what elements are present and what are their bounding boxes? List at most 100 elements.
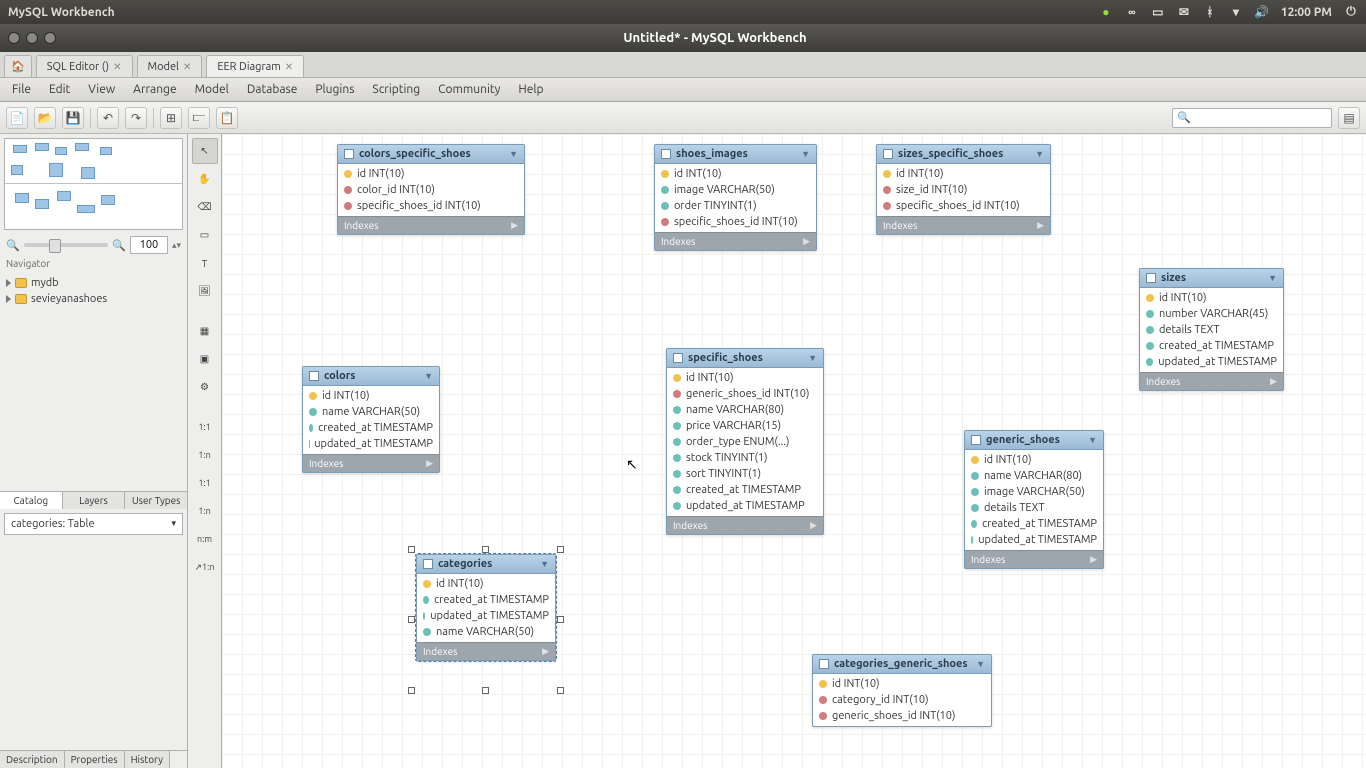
table-generic-shoes[interactable]: generic_shoes▼ id INT(10)name VARCHAR(80… xyxy=(964,430,1104,569)
column-row[interactable]: updated_at TIMESTAMP xyxy=(303,436,439,452)
redo-button[interactable]: ↷ xyxy=(125,107,147,129)
column-row[interactable]: size_id INT(10) xyxy=(877,182,1050,198)
resize-handle[interactable] xyxy=(408,687,415,694)
indexes-toggle[interactable]: Indexes▶ xyxy=(303,454,439,472)
expand-icon[interactable] xyxy=(6,279,11,287)
indexes-toggle[interactable]: Indexes▶ xyxy=(655,232,816,250)
table-colors[interactable]: colors▼ id INT(10)name VARCHAR(50)create… xyxy=(302,366,440,473)
menu-edit[interactable]: Edit xyxy=(41,81,78,98)
column-row[interactable]: id INT(10) xyxy=(655,166,816,182)
menu-arrange[interactable]: Arrange xyxy=(125,81,184,98)
rel-place-tool[interactable]: ↗1:n xyxy=(192,554,218,580)
schema-node-sevieyanashoes[interactable]: sevieyanashoes xyxy=(2,291,185,307)
diagram-overview[interactable] xyxy=(4,138,183,230)
rel-1-n-tool[interactable]: 1:n xyxy=(192,442,218,468)
align-toggle-button[interactable]: ⫍ xyxy=(188,107,210,129)
chevron-down-icon[interactable]: ▼ xyxy=(1088,435,1097,445)
indexes-toggle[interactable]: Indexes▶ xyxy=(1140,372,1283,390)
eraser-tool[interactable]: ⌫ xyxy=(192,194,218,220)
resize-handle[interactable] xyxy=(482,546,489,553)
tab-eer-diagram[interactable]: EER Diagram✕ xyxy=(206,55,304,77)
expand-icon[interactable] xyxy=(6,295,11,303)
open-button[interactable]: 📂 xyxy=(34,107,56,129)
menu-community[interactable]: Community xyxy=(430,81,508,98)
table-sizes-specific-shoes[interactable]: sizes_specific_shoes▼ id INT(10)size_id … xyxy=(876,144,1051,235)
resize-handle[interactable] xyxy=(482,687,489,694)
column-row[interactable]: color_id INT(10) xyxy=(338,182,524,198)
column-row[interactable]: id INT(10) xyxy=(667,370,823,386)
object-selector[interactable]: categories: Table ▾ xyxy=(4,513,183,535)
column-row[interactable]: id INT(10) xyxy=(813,676,991,692)
column-row[interactable]: sort TINYINT(1) xyxy=(667,466,823,482)
column-row[interactable]: id INT(10) xyxy=(338,166,524,182)
column-row[interactable]: specific_shoes_id INT(10) xyxy=(338,198,524,214)
schema-node-mydb[interactable]: mydb xyxy=(2,275,185,291)
column-row[interactable]: name VARCHAR(80) xyxy=(965,468,1103,484)
column-row[interactable]: details TEXT xyxy=(965,500,1103,516)
grid-toggle-button[interactable]: ⊞ xyxy=(160,107,182,129)
column-row[interactable]: created_at TIMESTAMP xyxy=(1140,338,1283,354)
resize-handle[interactable] xyxy=(408,546,415,553)
column-row[interactable]: order_type ENUM(...) xyxy=(667,434,823,450)
column-row[interactable]: created_at TIMESTAMP xyxy=(303,420,439,436)
toggle-sidebar-button[interactable]: ▤ xyxy=(1338,107,1360,129)
bottomtab-description[interactable]: Description xyxy=(0,751,65,768)
chevron-down-icon[interactable]: ▼ xyxy=(808,353,817,363)
column-row[interactable]: number VARCHAR(45) xyxy=(1140,306,1283,322)
menu-model[interactable]: Model xyxy=(187,81,237,98)
indexes-toggle[interactable]: Indexes▶ xyxy=(667,516,823,534)
indexes-toggle[interactable]: Indexes▶ xyxy=(965,550,1103,568)
column-row[interactable]: price VARCHAR(15) xyxy=(667,418,823,434)
menu-help[interactable]: Help xyxy=(510,81,551,98)
maximize-window-button[interactable] xyxy=(44,32,56,44)
hand-tool[interactable]: ✋ xyxy=(192,166,218,192)
menu-scripting[interactable]: Scripting xyxy=(364,81,428,98)
column-row[interactable]: created_at TIMESTAMP xyxy=(667,482,823,498)
tab-home[interactable]: 🏠 xyxy=(4,55,32,77)
indexes-toggle[interactable]: Indexes▶ xyxy=(417,642,555,660)
column-row[interactable]: id INT(10) xyxy=(417,576,555,592)
column-row[interactable]: id INT(10) xyxy=(965,452,1103,468)
view-tool[interactable]: ▣ xyxy=(192,346,218,372)
chevron-down-icon[interactable]: ▼ xyxy=(424,371,433,381)
subtab-layers[interactable]: Layers xyxy=(63,492,126,509)
column-row[interactable]: image VARCHAR(50) xyxy=(965,484,1103,500)
column-row[interactable]: stock TINYINT(1) xyxy=(667,450,823,466)
column-row[interactable]: name VARCHAR(80) xyxy=(667,402,823,418)
column-row[interactable]: specific_shoes_id INT(10) xyxy=(655,214,816,230)
chevron-down-icon[interactable]: ▼ xyxy=(801,149,810,159)
zoom-slider[interactable] xyxy=(24,243,109,247)
rel-1-1-ni-tool[interactable]: 1:1 xyxy=(192,470,218,496)
column-row[interactable]: name VARCHAR(50) xyxy=(417,624,555,640)
column-row[interactable]: updated_at TIMESTAMP xyxy=(1140,354,1283,370)
rel-1-n-ni-tool[interactable]: 1:n xyxy=(192,498,218,524)
save-button[interactable]: 💾 xyxy=(62,107,84,129)
close-icon[interactable]: ✕ xyxy=(285,61,293,73)
zoom-out-button[interactable]: 🔍 xyxy=(6,239,20,252)
chevron-down-icon[interactable]: ▼ xyxy=(540,559,549,569)
close-icon[interactable]: ✕ xyxy=(113,61,121,73)
column-row[interactable]: name VARCHAR(50) xyxy=(303,404,439,420)
diagram-canvas[interactable]: colors_specific_shoes▼ id INT(10)color_i… xyxy=(222,134,1366,768)
chevron-down-icon[interactable]: ▼ xyxy=(509,149,518,159)
bottomtab-properties[interactable]: Properties xyxy=(65,751,125,768)
resize-handle[interactable] xyxy=(557,546,564,553)
close-icon[interactable]: ✕ xyxy=(183,61,191,73)
column-row[interactable]: updated_at TIMESTAMP xyxy=(667,498,823,514)
new-model-button[interactable]: 📄 xyxy=(6,107,28,129)
resize-handle[interactable] xyxy=(408,616,415,623)
column-row[interactable]: created_at TIMESTAMP xyxy=(417,592,555,608)
column-row[interactable]: specific_shoes_id INT(10) xyxy=(877,198,1050,214)
column-row[interactable]: id INT(10) xyxy=(877,166,1050,182)
bottomtab-history[interactable]: History xyxy=(125,751,170,768)
image-tool[interactable]: 🖼 xyxy=(192,278,218,304)
zoom-value-input[interactable] xyxy=(130,236,168,254)
column-row[interactable]: image VARCHAR(50) xyxy=(655,182,816,198)
column-row[interactable]: updated_at TIMESTAMP xyxy=(965,532,1103,548)
zoom-in-button[interactable]: 🔍 xyxy=(112,239,126,252)
table-tool[interactable]: ▦ xyxy=(192,318,218,344)
rel-1-1-tool[interactable]: 1:1 xyxy=(192,414,218,440)
chevron-down-icon[interactable]: ▼ xyxy=(976,659,985,669)
chevron-down-icon[interactable]: ▼ xyxy=(1268,273,1277,283)
toolbar-search[interactable]: 🔍 xyxy=(1172,108,1332,128)
